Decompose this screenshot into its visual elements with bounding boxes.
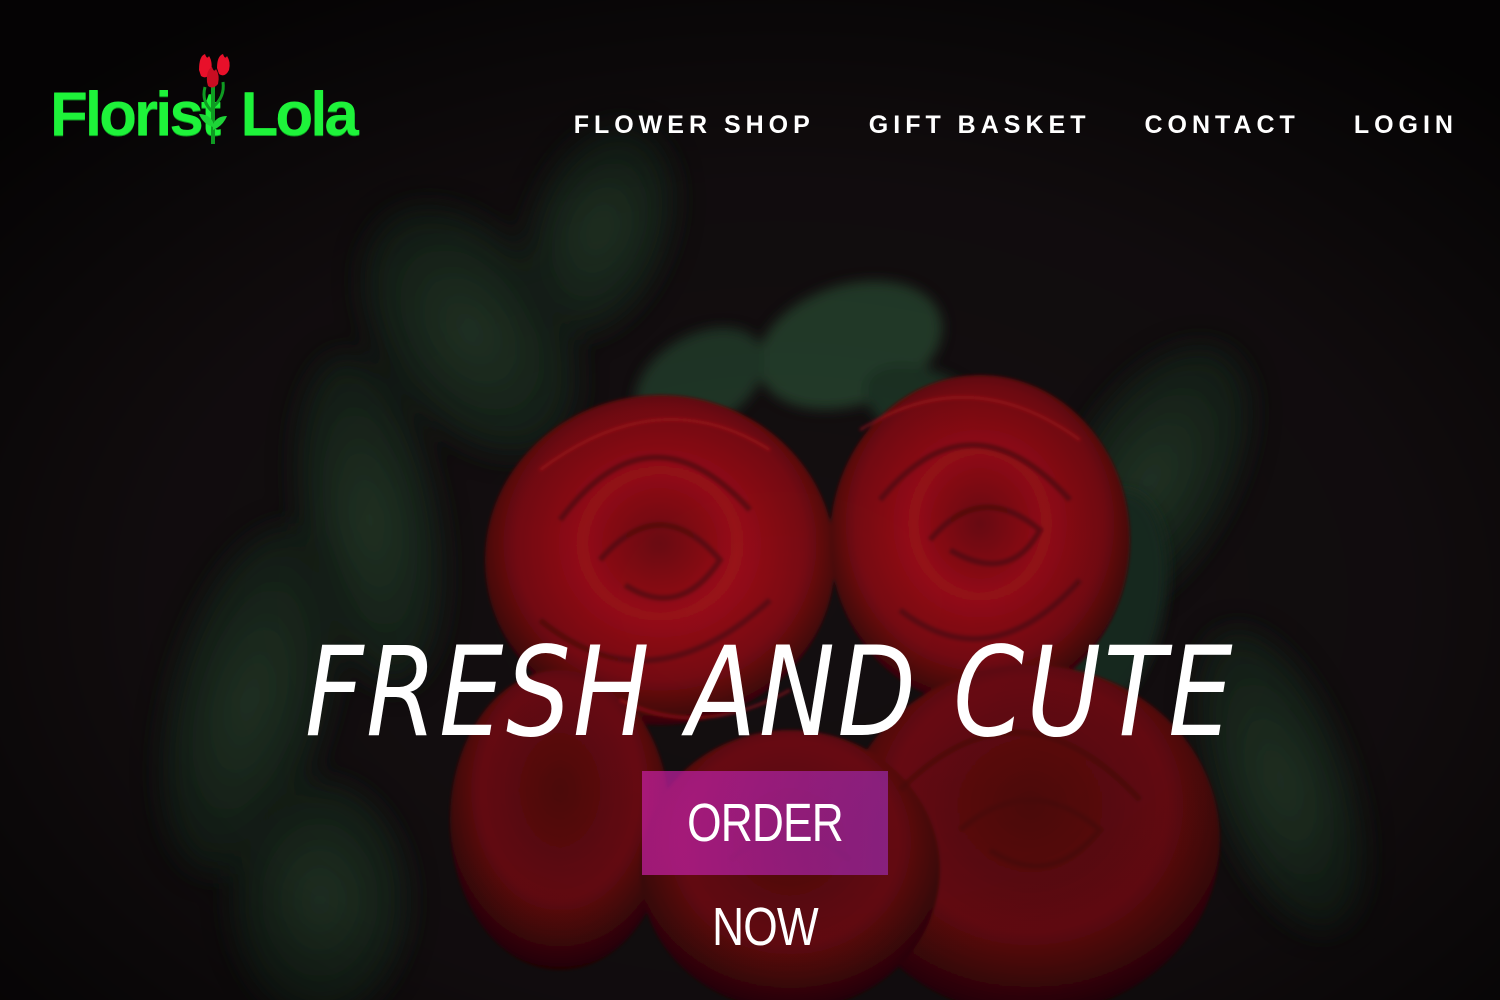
order-now-button[interactable]: ORDER NOW xyxy=(642,771,888,957)
florist-lola-logo[interactable]: Florist Lola xyxy=(50,52,359,152)
nav-link-gift-basket[interactable]: GIFT BASKET xyxy=(869,108,1091,142)
nav-link-contact[interactable]: CONTACT xyxy=(1144,108,1299,142)
site-header: Florist Lola FLOWER SHOP GIFT BASKET CONT… xyxy=(0,0,1500,180)
landing-page: Florist Lola FLOWER SHOP GIFT BASKET CONT… xyxy=(0,0,1500,1000)
logo-word-lola: Lola xyxy=(240,80,358,149)
hero-headline-text: FRESH AND CUTE xyxy=(305,621,1235,765)
nav-link-login[interactable]: LOGIN xyxy=(1354,108,1458,142)
order-now-label: ORDER NOW xyxy=(687,793,844,957)
tulip-bouquet-icon xyxy=(199,54,230,144)
main-navigation: FLOWER SHOP GIFT BASKET CONTACT LOGIN xyxy=(574,108,1458,142)
nav-link-flower-shop[interactable]: FLOWER SHOP xyxy=(574,108,815,142)
hero-headline: FRESH AND CUTE xyxy=(305,621,1235,765)
